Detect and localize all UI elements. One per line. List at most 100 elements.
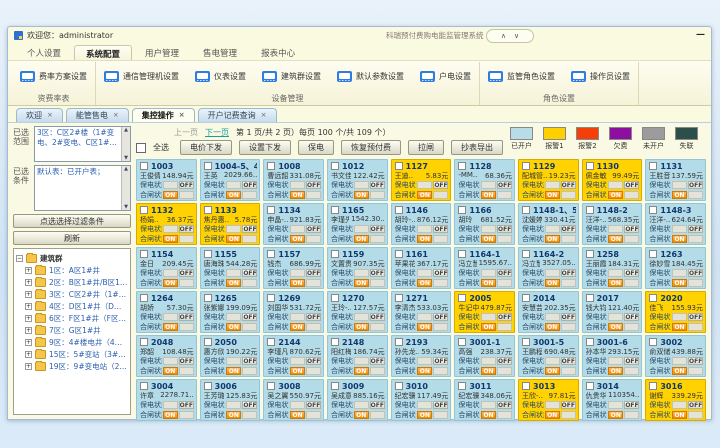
menu-item-2[interactable]: 用户管理	[134, 45, 190, 60]
scrollbar[interactable]: ▲▼	[121, 166, 130, 210]
meter-card[interactable]: 2193 孙先龙.. 59.34元 保电状态 OFF 合闸状态 ON	[391, 335, 452, 377]
switch-off-segment[interactable]	[370, 235, 385, 243]
supply-off-segment[interactable]: OFF	[433, 401, 448, 409]
switch-off-segment[interactable]	[179, 367, 194, 375]
supply-off-segment[interactable]: OFF	[688, 225, 703, 233]
card-checkbox[interactable]	[140, 206, 148, 214]
supply-off-segment[interactable]: OFF	[370, 401, 385, 409]
meter-card[interactable]: 2048 郑韶 108.48元 保电状态 OFF 合闸状态 ON	[136, 335, 197, 377]
meter-card[interactable]: 1166 胡玲 681.52元 保电状态 OFF 合闸状态 ON	[454, 203, 515, 245]
tree-node-label[interactable]: 3区：C区2#井（1#变…	[49, 289, 128, 300]
supply-on-segment[interactable]	[226, 357, 241, 365]
scroll-up-icon[interactable]: ▲	[124, 166, 128, 172]
menu-item-1[interactable]: 系统配置	[74, 45, 132, 60]
switch-on-segment[interactable]: ON	[226, 323, 241, 331]
supply-on-segment[interactable]	[608, 313, 623, 321]
meter-card[interactable]: 3014 仇贵华 110354.. 保电状态 OFF 合闸状态 ON	[582, 379, 643, 421]
card-checkbox[interactable]	[267, 162, 275, 170]
meter-card[interactable]: 1157 钱杰 686.99元 保电状态 OFF 合闸状态 ON	[263, 247, 324, 289]
supply-off-segment[interactable]: OFF	[688, 357, 703, 365]
supply-on-segment[interactable]	[226, 313, 241, 321]
supply-off-segment[interactable]: OFF	[306, 225, 321, 233]
supply-on-segment[interactable]	[417, 181, 432, 189]
meter-card[interactable]: 1263 徐妙雪.. 184.45元 保电状态 OFF 合闸状态 ON	[645, 247, 706, 289]
supply-on-segment[interactable]	[545, 269, 560, 277]
card-checkbox[interactable]	[522, 294, 530, 302]
supply-on-segment[interactable]	[608, 225, 623, 233]
card-checkbox[interactable]	[140, 382, 148, 390]
supply-on-segment[interactable]	[481, 313, 496, 321]
card-checkbox[interactable]	[395, 338, 403, 346]
switch-off-segment[interactable]	[306, 367, 321, 375]
supply-off-segment[interactable]: OFF	[624, 181, 639, 189]
meter-card[interactable]: 1130 佩金敏 99.49元 保电状态 OFF 合闸状态 ON	[582, 159, 643, 201]
meter-card[interactable]: 1159 文置贵 907.35元 保电状态 OFF 合闸状态 ON	[327, 247, 388, 289]
card-checkbox[interactable]	[204, 162, 212, 170]
supply-off-segment[interactable]: OFF	[179, 357, 194, 365]
switch-on-segment[interactable]: ON	[354, 279, 369, 287]
ribbon-button-1-4[interactable]: 户电设置	[420, 71, 471, 82]
selected-scope-listbox[interactable]: 3区：C区2#楼（1#变电、2#变电、C区1#… ▲▼	[34, 126, 131, 162]
supply-off-segment[interactable]: OFF	[433, 313, 448, 321]
meter-card[interactable]: 1132 杨娟.. 36.37元 保电状态 OFF 合闸状态 ON	[136, 203, 197, 245]
supply-off-segment[interactable]: OFF	[370, 313, 385, 321]
tool-button-5[interactable]: 抄表导出	[451, 140, 503, 155]
card-checkbox[interactable]	[522, 382, 530, 390]
switch-on-segment[interactable]: ON	[672, 323, 687, 331]
switch-on-segment[interactable]: ON	[417, 191, 432, 199]
supply-off-segment[interactable]: OFF	[561, 357, 576, 365]
switch-on-segment[interactable]: ON	[672, 279, 687, 287]
card-checkbox[interactable]	[395, 206, 403, 214]
ribbon-button-1-0[interactable]: 通信管理机设置	[104, 71, 179, 82]
switch-off-segment[interactable]	[497, 411, 512, 419]
tool-button-4[interactable]: 拉闸	[408, 140, 444, 155]
tree-node-7[interactable]: +15区：5#变站（3#变…	[16, 348, 128, 360]
card-checkbox[interactable]	[331, 294, 339, 302]
tool-button-2[interactable]: 保电	[298, 140, 334, 155]
switch-on-segment[interactable]: ON	[354, 411, 369, 419]
card-checkbox[interactable]	[522, 162, 530, 170]
card-checkbox[interactable]	[458, 250, 466, 258]
switch-off-segment[interactable]	[433, 235, 448, 243]
supply-off-segment[interactable]: OFF	[242, 313, 257, 321]
switch-on-segment[interactable]: ON	[608, 367, 623, 375]
switch-off-segment[interactable]	[179, 323, 194, 331]
supply-off-segment[interactable]: OFF	[179, 313, 194, 321]
meter-card[interactable]: 1155 唐海珠 544.28元 保电状态 OFF 合闸状态 ON	[200, 247, 261, 289]
switch-on-segment[interactable]: ON	[545, 411, 560, 419]
meter-card[interactable]: 1128 -MM.. 68.36元 保电状态 OFF 合闸状态 ON	[454, 159, 515, 201]
card-checkbox[interactable]	[395, 294, 403, 302]
switch-on-segment[interactable]: ON	[163, 191, 178, 199]
meter-card[interactable]: 1127 王迪.. 5.83元 保电状态 OFF 合闸状态 ON	[391, 159, 452, 201]
meter-card[interactable]: 1008 曹远韶.. 331.08元 保电状态 OFF 合闸状态 ON	[263, 159, 324, 201]
supply-on-segment[interactable]	[354, 225, 369, 233]
supply-off-segment[interactable]: OFF	[370, 357, 385, 365]
tab-3[interactable]: 开户记费查询×	[198, 108, 277, 122]
switch-on-segment[interactable]: ON	[608, 191, 623, 199]
switch-on-segment[interactable]: ON	[608, 323, 623, 331]
meter-card[interactable]: 1270 王玲-.. 127.57元 保电状态 OFF 合闸状态 ON	[327, 291, 388, 333]
tab-2[interactable]: 集控操作×	[132, 108, 195, 122]
switch-off-segment[interactable]	[242, 323, 257, 331]
switch-on-segment[interactable]: ON	[163, 279, 178, 287]
supply-on-segment[interactable]	[226, 269, 241, 277]
meter-card[interactable]: 1154 金日 209.45元 保电状态 OFF 合闸状态 ON	[136, 247, 197, 289]
meter-card[interactable]: 1164-2 冯立慧 3527.05.. 保电状态 OFF 合闸状态 ON	[518, 247, 579, 289]
supply-off-segment[interactable]: OFF	[433, 357, 448, 365]
switch-on-segment[interactable]: ON	[163, 323, 178, 331]
supply-off-segment[interactable]: OFF	[561, 269, 576, 277]
switch-off-segment[interactable]	[561, 323, 576, 331]
ribbon-button-1-3[interactable]: 默认参数设置	[337, 71, 404, 82]
switch-off-segment[interactable]	[433, 411, 448, 419]
tree-node-1[interactable]: +2区：B区1#井/B区1#楼	[16, 276, 128, 288]
supply-off-segment[interactable]: OFF	[242, 401, 257, 409]
switch-on-segment[interactable]: ON	[226, 235, 241, 243]
supply-off-segment[interactable]: OFF	[561, 401, 576, 409]
meter-card[interactable]: 1003 王俊倩 148.94元 保电状态 OFF 合闸状态 ON	[136, 159, 197, 201]
supply-on-segment[interactable]	[672, 401, 687, 409]
prev-page-link[interactable]: 上一页	[174, 127, 198, 138]
card-checkbox[interactable]	[204, 338, 212, 346]
meter-card[interactable]: 2020 佳飞 155.93元 保电状态 OFF 合闸状态 ON	[645, 291, 706, 333]
supply-off-segment[interactable]: OFF	[497, 357, 512, 365]
scrollbar[interactable]: ▲▼	[121, 127, 130, 161]
